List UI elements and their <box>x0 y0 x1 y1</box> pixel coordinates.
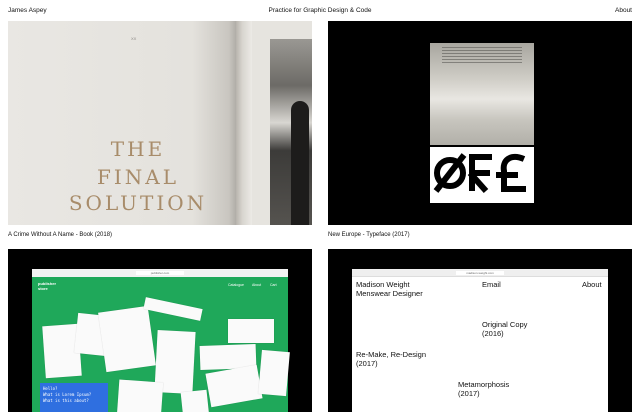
designer-title-line: Menswear Designer <box>356 288 423 298</box>
site-tagline: Practice for Graphic Design & Code <box>268 7 372 14</box>
project-entry[interactable]: Metamorphosis (2017) <box>458 380 509 398</box>
project-tile-book[interactable]: XX THE FINAL SOLUTION <box>8 21 312 225</box>
book-title-line: FINAL <box>96 165 179 189</box>
project-entry-year: (2017) <box>356 358 378 368</box>
browser-window: publisher.com publisher store Catalogue … <box>32 269 290 412</box>
book-gutter <box>236 21 252 225</box>
prompt-line: What is this about? <box>43 398 89 403</box>
book-title-line: SOLUTION <box>68 191 208 215</box>
project-entry[interactable]: Original Copy (2016) <box>482 320 527 338</box>
paper-text-lines <box>442 47 522 65</box>
project-caption-book[interactable]: A Crime Without A Name - Book (2018) <box>8 232 112 238</box>
project-caption-typeface[interactable]: New Europe - Typeface (2017) <box>328 232 410 238</box>
glyph-specimen <box>433 153 526 193</box>
browser-chrome: publisher.com <box>32 269 288 277</box>
browser-window: madison-weight.com Madison Weight Menswe… <box>352 269 608 412</box>
book-title-line: THE <box>110 137 166 161</box>
photo-figure <box>291 101 309 225</box>
project-entry-year: (2017) <box>458 388 480 398</box>
email-link[interactable]: Email <box>482 280 501 290</box>
scattered-card <box>228 319 274 343</box>
browser-url-bar: publisher.com <box>136 271 184 275</box>
book-folio: XX <box>131 36 137 41</box>
site-nav-item: Catalogue <box>228 283 244 287</box>
chat-prompt-box[interactable]: Hello? What is Lorem Ipsum? What is this… <box>40 383 108 412</box>
about-link-inner[interactable]: About <box>582 280 602 290</box>
browser-url-bar: madison-weight.com <box>456 271 504 275</box>
scattered-card <box>258 349 290 397</box>
project-tile-designer-site[interactable]: madison-weight.com Madison Weight Menswe… <box>328 249 632 412</box>
glyph-specimen-card <box>430 147 534 203</box>
project-entry[interactable]: Re-Make, Re-Design (2017) <box>356 350 426 368</box>
project-tile-typeface[interactable] <box>328 21 632 225</box>
site-logo: publisher store <box>38 281 56 291</box>
site-nav-item: About <box>252 283 262 287</box>
project-tile-publisher-site[interactable]: publisher.com publisher store Catalogue … <box>8 249 312 412</box>
site-header: James Aspey Practice for Graphic Design … <box>0 0 640 20</box>
project-entry-year: (2016) <box>482 328 504 338</box>
scattered-card <box>116 379 164 412</box>
browser-chrome: madison-weight.com <box>352 269 608 277</box>
scattered-card <box>180 389 210 412</box>
site-nav-item: Cart <box>270 283 277 287</box>
logo-line: store <box>38 286 48 291</box>
about-link[interactable]: About <box>615 7 632 14</box>
designer-name: Madison Weight Menswear Designer <box>356 280 423 298</box>
scattered-card <box>98 305 156 373</box>
scattered-card <box>205 364 263 408</box>
scattered-card <box>143 297 203 321</box>
